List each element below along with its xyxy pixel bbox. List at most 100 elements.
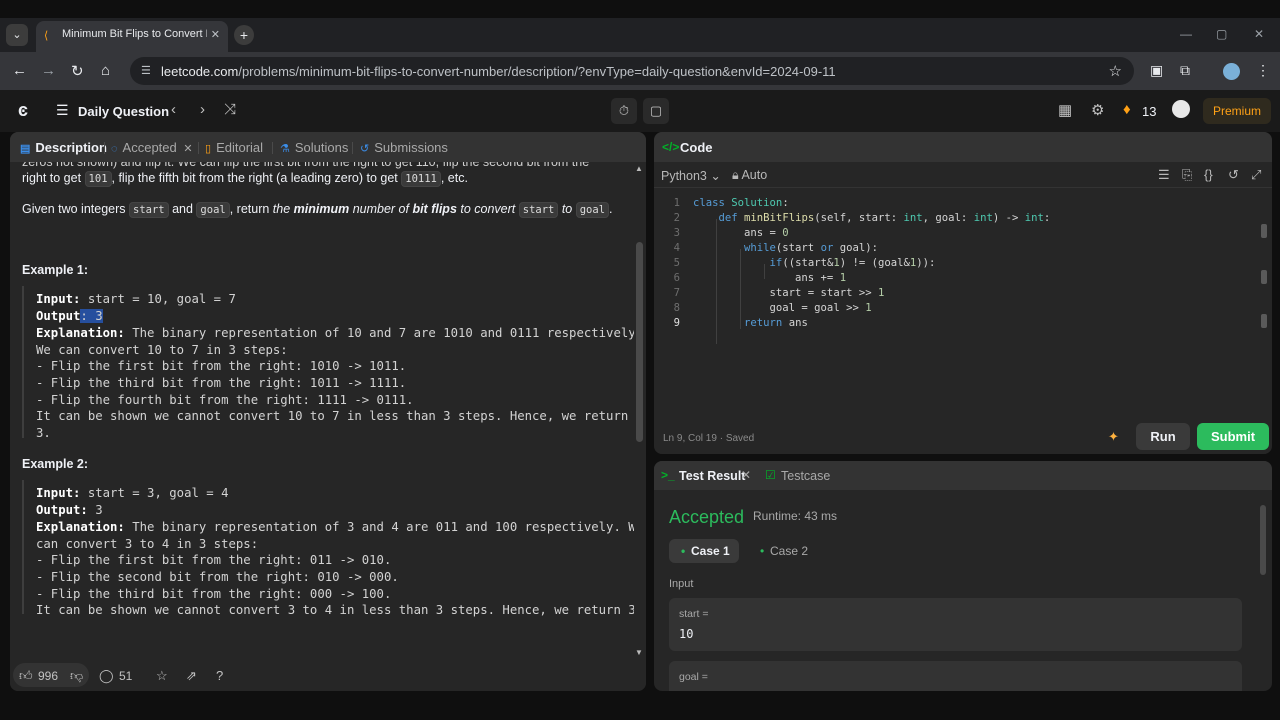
help-icon[interactable]: ?	[216, 668, 223, 683]
browser-tab[interactable]: ⟨ Minimum Bit Flips to Convert N ✕	[36, 21, 228, 52]
close-window-icon[interactable]: ✕	[1254, 27, 1264, 41]
bookmark-star-icon[interactable]: ☆	[1109, 62, 1122, 80]
submit-button[interactable]: Submit	[1197, 423, 1269, 450]
thumbs-up-icon[interactable]: 👍︎	[19, 668, 33, 684]
code-line: 4 while(start or goal):	[673, 242, 878, 254]
tab-editorial[interactable]: ▯ Editorial	[205, 140, 263, 155]
description-footer: 👍︎ 996 👎︎ ◯ 51 ☆ ⇗ ?	[10, 660, 646, 691]
braces-icon[interactable]: {}	[1204, 167, 1213, 182]
auto-toggle[interactable]: 🔒︎ Auto	[732, 168, 767, 183]
sidebar-icon[interactable]: ▣	[1150, 62, 1163, 79]
code-line: 6 ans += 1	[673, 272, 847, 284]
browser-menu-icon[interactable]: ⋮	[1256, 62, 1270, 79]
code-icon: </>	[662, 140, 680, 154]
example-1-line: It can be shown we cannot convert 10 to …	[36, 409, 629, 423]
layout-icon[interactable]: ▦	[1058, 101, 1072, 119]
tab-accepted[interactable]: ◌ Accepted ✕	[111, 140, 193, 155]
tab-testcase[interactable]: Testcase	[781, 469, 830, 483]
tab-solutions[interactable]: ⚗ Solutions	[280, 140, 348, 155]
url-path: /problems/minimum-bit-flips-to-convert-n…	[238, 64, 836, 79]
close-tab-icon[interactable]: ✕	[206, 28, 220, 41]
extensions-icon[interactable]: ⧉	[1180, 62, 1190, 79]
example-1-line: - Flip the first bit from the right: 101…	[36, 359, 407, 373]
url-domain: leetcode.com	[161, 64, 239, 79]
cursor-status: Ln 9, Col 19 · Saved	[663, 433, 755, 444]
format-icon[interactable]: ☰	[1158, 167, 1170, 183]
back-icon[interactable]: ←	[12, 62, 27, 79]
timer-button[interactable]: ⏱	[611, 98, 637, 124]
scrollbar-thumb[interactable]	[1260, 505, 1266, 575]
case-1-tab[interactable]: • Case 1	[669, 539, 739, 563]
favorite-star-icon[interactable]: ☆	[156, 668, 168, 684]
example-1-line: - Flip the third bit from the right: 101…	[36, 376, 407, 390]
example-1-line: We can convert 10 to 7 in 3 steps:	[36, 343, 288, 357]
minimap-marker	[1261, 314, 1267, 328]
problem-description: zeros not shown) and flip it. We can fli…	[10, 162, 634, 660]
streak-count: 13	[1142, 104, 1157, 119]
code-line: 9 return ans	[673, 317, 808, 329]
input-goal-box: goal =	[669, 661, 1242, 691]
close-result-tab-icon[interactable]: ✕	[741, 468, 751, 482]
problem-list-icon[interactable]: ☰	[56, 102, 69, 119]
ai-assist-icon[interactable]: ✦	[1108, 429, 1119, 445]
premium-button[interactable]: Premium	[1203, 98, 1271, 124]
run-button[interactable]: Run	[1136, 423, 1190, 450]
reset-icon[interactable]: ↺	[1228, 167, 1239, 183]
leetcode-logo-icon[interactable]: ͼ	[18, 100, 28, 121]
example-2-output: Output: 3	[36, 503, 103, 517]
minimap-marker	[1261, 270, 1267, 284]
daily-question-link[interactable]: Daily Question	[78, 104, 169, 119]
description-scrollbar[interactable]: ▲ ▼	[634, 162, 644, 660]
notes-button[interactable]: ▢	[643, 98, 669, 124]
code-line: 5 if((start&1) != (goal&1)):	[673, 257, 936, 269]
browser-tab-bar: ⌄ ⟨ Minimum Bit Flips to Convert N ✕ + —…	[0, 18, 1280, 52]
settings-gear-icon[interactable]: ⚙	[1091, 101, 1104, 119]
code-title: Code	[680, 140, 713, 155]
tab-submissions[interactable]: ↺ Submissions	[360, 140, 448, 155]
reload-icon[interactable]: ↻	[71, 62, 84, 80]
example-2-line: It can be shown we cannot convert 3 to 4…	[36, 603, 634, 617]
home-icon[interactable]: ⌂	[101, 62, 110, 79]
result-tabs: >_ Test Result ✕ ☑ Testcase	[654, 461, 1272, 490]
code-editor[interactable]: 1 class Solution: 2 def minBitFlips(self,…	[654, 188, 1272, 424]
example-1-heading: Example 1:	[22, 263, 89, 277]
description-panel: ▤ Description ◌ Accepted ✕ ▯ Editorial ⚗ Sol…	[10, 132, 646, 691]
example-2-heading: Example 2:	[22, 457, 89, 471]
user-avatar[interactable]	[1172, 100, 1190, 118]
maximize-icon[interactable]: ▢	[1216, 27, 1227, 41]
description-tabs: ▤ Description ◌ Accepted ✕ ▯ Editorial ⚗ Sol…	[10, 132, 646, 162]
new-tab-button[interactable]: +	[234, 25, 254, 45]
description-line: right to get 101, flip the fifth bit fro…	[22, 171, 468, 187]
url-input[interactable]: ☰ leetcode.com/problems/minimum-bit-flip…	[130, 57, 1134, 85]
leetcode-favicon-icon: ⟨	[44, 30, 49, 42]
tab-search-button[interactable]: ⌄	[6, 24, 28, 46]
language-select[interactable]: Python3 ⌄	[661, 168, 721, 183]
fullscreen-icon[interactable]: ⤢	[1251, 167, 1261, 183]
comment-icon[interactable]: ◯	[99, 668, 114, 684]
example-1-output: Output: 3	[36, 309, 103, 323]
bookmark-icon[interactable]: ⎘	[1182, 167, 1192, 183]
input-label: Input	[669, 578, 694, 590]
profile-avatar[interactable]	[1223, 63, 1240, 80]
case-2-tab[interactable]: • Case 2	[748, 539, 818, 563]
example-1-explanation: Explanation: The binary representation o…	[36, 326, 634, 340]
shuffle-icon[interactable]: ⤨	[224, 101, 236, 118]
scrollbar-thumb[interactable]	[636, 242, 643, 442]
minimize-icon[interactable]: —	[1180, 27, 1192, 41]
streak-fire-icon[interactable]: ♦	[1123, 101, 1131, 118]
forward-icon[interactable]: →	[41, 62, 56, 79]
code-panel: </> Code Python3 ⌄ 🔒︎ Auto ☰ ⎘ {} ↺ ⤢ 1c…	[654, 132, 1272, 454]
var-name: start =	[679, 608, 709, 620]
result-scrollbar[interactable]	[1260, 495, 1267, 685]
thumbs-down-icon[interactable]: 👎︎	[70, 668, 83, 684]
site-info-icon[interactable]: ☰	[141, 64, 151, 77]
prev-problem-icon[interactable]: ‹	[171, 101, 176, 118]
share-icon[interactable]: ⇗	[186, 668, 197, 684]
example-2-bar	[22, 480, 24, 614]
close-accepted-tab-icon: ✕	[183, 143, 193, 155]
tab-description[interactable]: ▤ Description	[20, 140, 107, 155]
address-bar-row: ← → ↻ ⌂ ☰ leetcode.com/problems/minimum-…	[0, 52, 1280, 90]
code-line: 2 def minBitFlips(self, start: int, goal…	[673, 212, 1051, 224]
next-problem-icon[interactable]: ›	[200, 101, 205, 118]
tab-test-result[interactable]: Test Result	[679, 469, 745, 483]
